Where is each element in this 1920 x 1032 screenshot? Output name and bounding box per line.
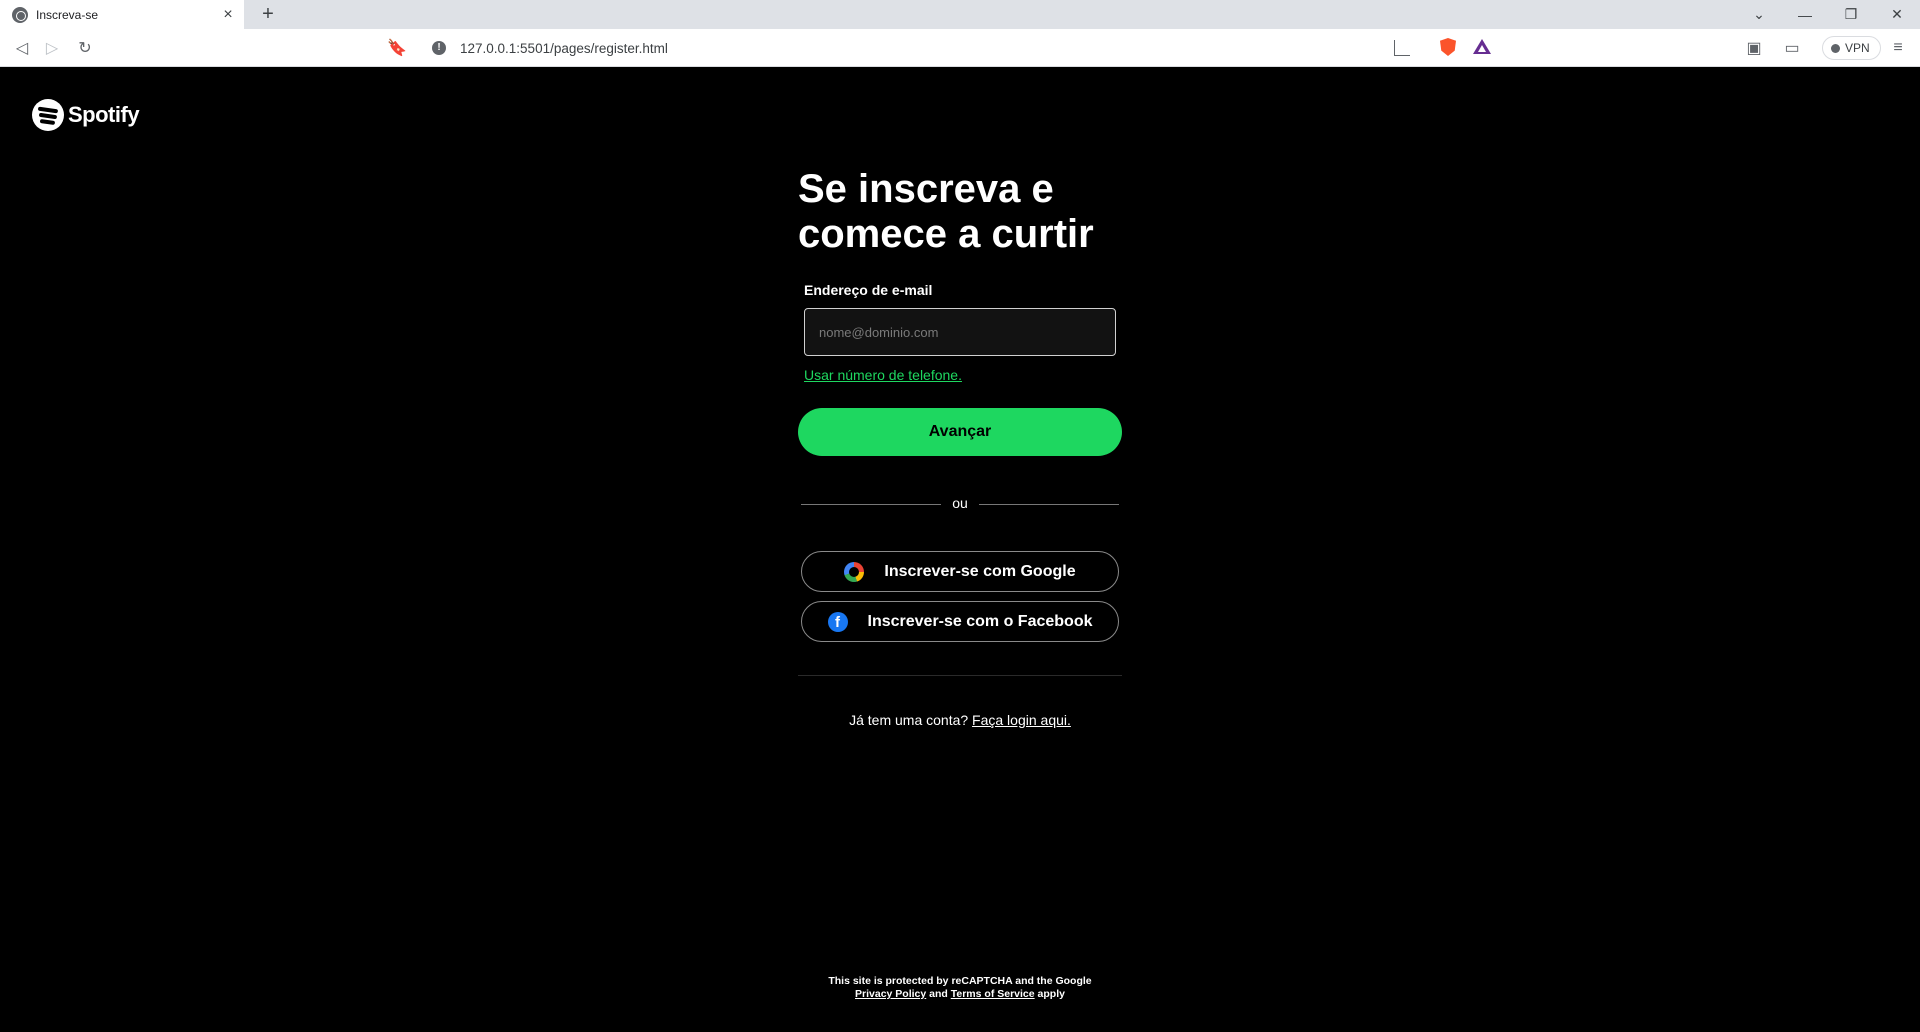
close-tab-icon[interactable]: × <box>220 6 236 23</box>
vpn-label: VPN <box>1845 41 1870 55</box>
email-input[interactable] <box>804 308 1116 356</box>
login-prompt: Já tem uma conta? Faça login aqui. <box>798 712 1122 728</box>
reload-button[interactable]: ↻ <box>73 36 97 60</box>
google-signup-label: Inscrever-se com Google <box>884 562 1076 580</box>
tab-search-chevron-icon[interactable]: ⌄ <box>1736 0 1782 29</box>
logo-text: Spotify <box>68 102 140 127</box>
recaptcha-notice: This site is protected by reCAPTCHA and … <box>760 975 1160 1001</box>
address-bar[interactable]: ! 127.0.0.1:5501/pages/register.html <box>420 33 1500 63</box>
url-text[interactable]: 127.0.0.1:5501/pages/register.html <box>460 41 668 56</box>
have-account-text: Já tem uma conta? <box>849 712 969 728</box>
facebook-signup-button[interactable]: f Inscrever-se com o Facebook <box>801 601 1119 642</box>
next-button[interactable]: Avançar <box>798 408 1122 456</box>
tab-title: Inscreva-se <box>36 7 99 22</box>
globe-icon <box>12 6 28 23</box>
facebook-icon: f <box>827 611 848 632</box>
brave-rewards-icon[interactable] <box>1473 39 1491 54</box>
section-divider <box>798 675 1122 676</box>
browser-tab[interactable]: Inscreva-se × <box>0 0 244 29</box>
bookmark-icon[interactable]: 🔖 <box>385 36 409 60</box>
minimize-button[interactable]: — <box>1782 0 1828 29</box>
new-tab-button[interactable]: + <box>256 3 280 27</box>
terms-of-service-link[interactable]: Terms of Service <box>951 988 1035 1000</box>
forward-button[interactable]: ▷ <box>40 36 64 60</box>
browser-toolbar: ◁ ▷ ↻ 🔖 ! 127.0.0.1:5501/pages/register.… <box>0 29 1920 67</box>
site-info-icon[interactable]: ! <box>432 41 446 55</box>
or-divider: ou <box>801 495 1119 515</box>
register-page: Spotify Se inscreva e comece a curtir En… <box>0 67 1920 1032</box>
login-link[interactable]: Faça login aqui. <box>972 712 1071 728</box>
facebook-signup-label: Inscrever-se com o Facebook <box>867 612 1093 630</box>
menu-icon[interactable]: ≡ <box>1886 36 1910 60</box>
share-icon[interactable] <box>1394 40 1410 56</box>
spotify-icon <box>32 99 64 131</box>
page-title: Se inscreva e comece a curtir <box>798 167 1094 256</box>
back-button[interactable]: ◁ <box>10 36 34 60</box>
divider-line-right <box>979 504 1119 505</box>
or-text: ou <box>952 495 968 511</box>
recaptcha-text: This site is protected by reCAPTCHA and … <box>828 975 1092 987</box>
sidebar-toggle-icon[interactable]: ▣ <box>1742 36 1766 60</box>
close-window-button[interactable]: ✕ <box>1874 0 1920 29</box>
privacy-policy-link[interactable]: Privacy Policy <box>855 988 926 1000</box>
google-icon <box>844 561 865 582</box>
google-signup-button[interactable]: Inscrever-se com Google <box>801 551 1119 592</box>
wallet-icon[interactable]: ▭ <box>1780 36 1804 60</box>
email-label: Endereço de e-mail <box>804 282 933 298</box>
vpn-button[interactable]: VPN <box>1822 36 1881 60</box>
vpn-status-icon <box>1831 43 1840 53</box>
apply-text: apply <box>1037 988 1065 1000</box>
spotify-logo[interactable]: Spotify <box>32 99 140 131</box>
restore-button[interactable]: ❐ <box>1828 0 1874 29</box>
use-phone-link[interactable]: Usar número de telefone. <box>804 367 962 383</box>
and-text: and <box>929 988 948 1000</box>
browser-tab-strip: Inscreva-se × + ⌄ — ❐ ✕ <box>0 0 1920 29</box>
